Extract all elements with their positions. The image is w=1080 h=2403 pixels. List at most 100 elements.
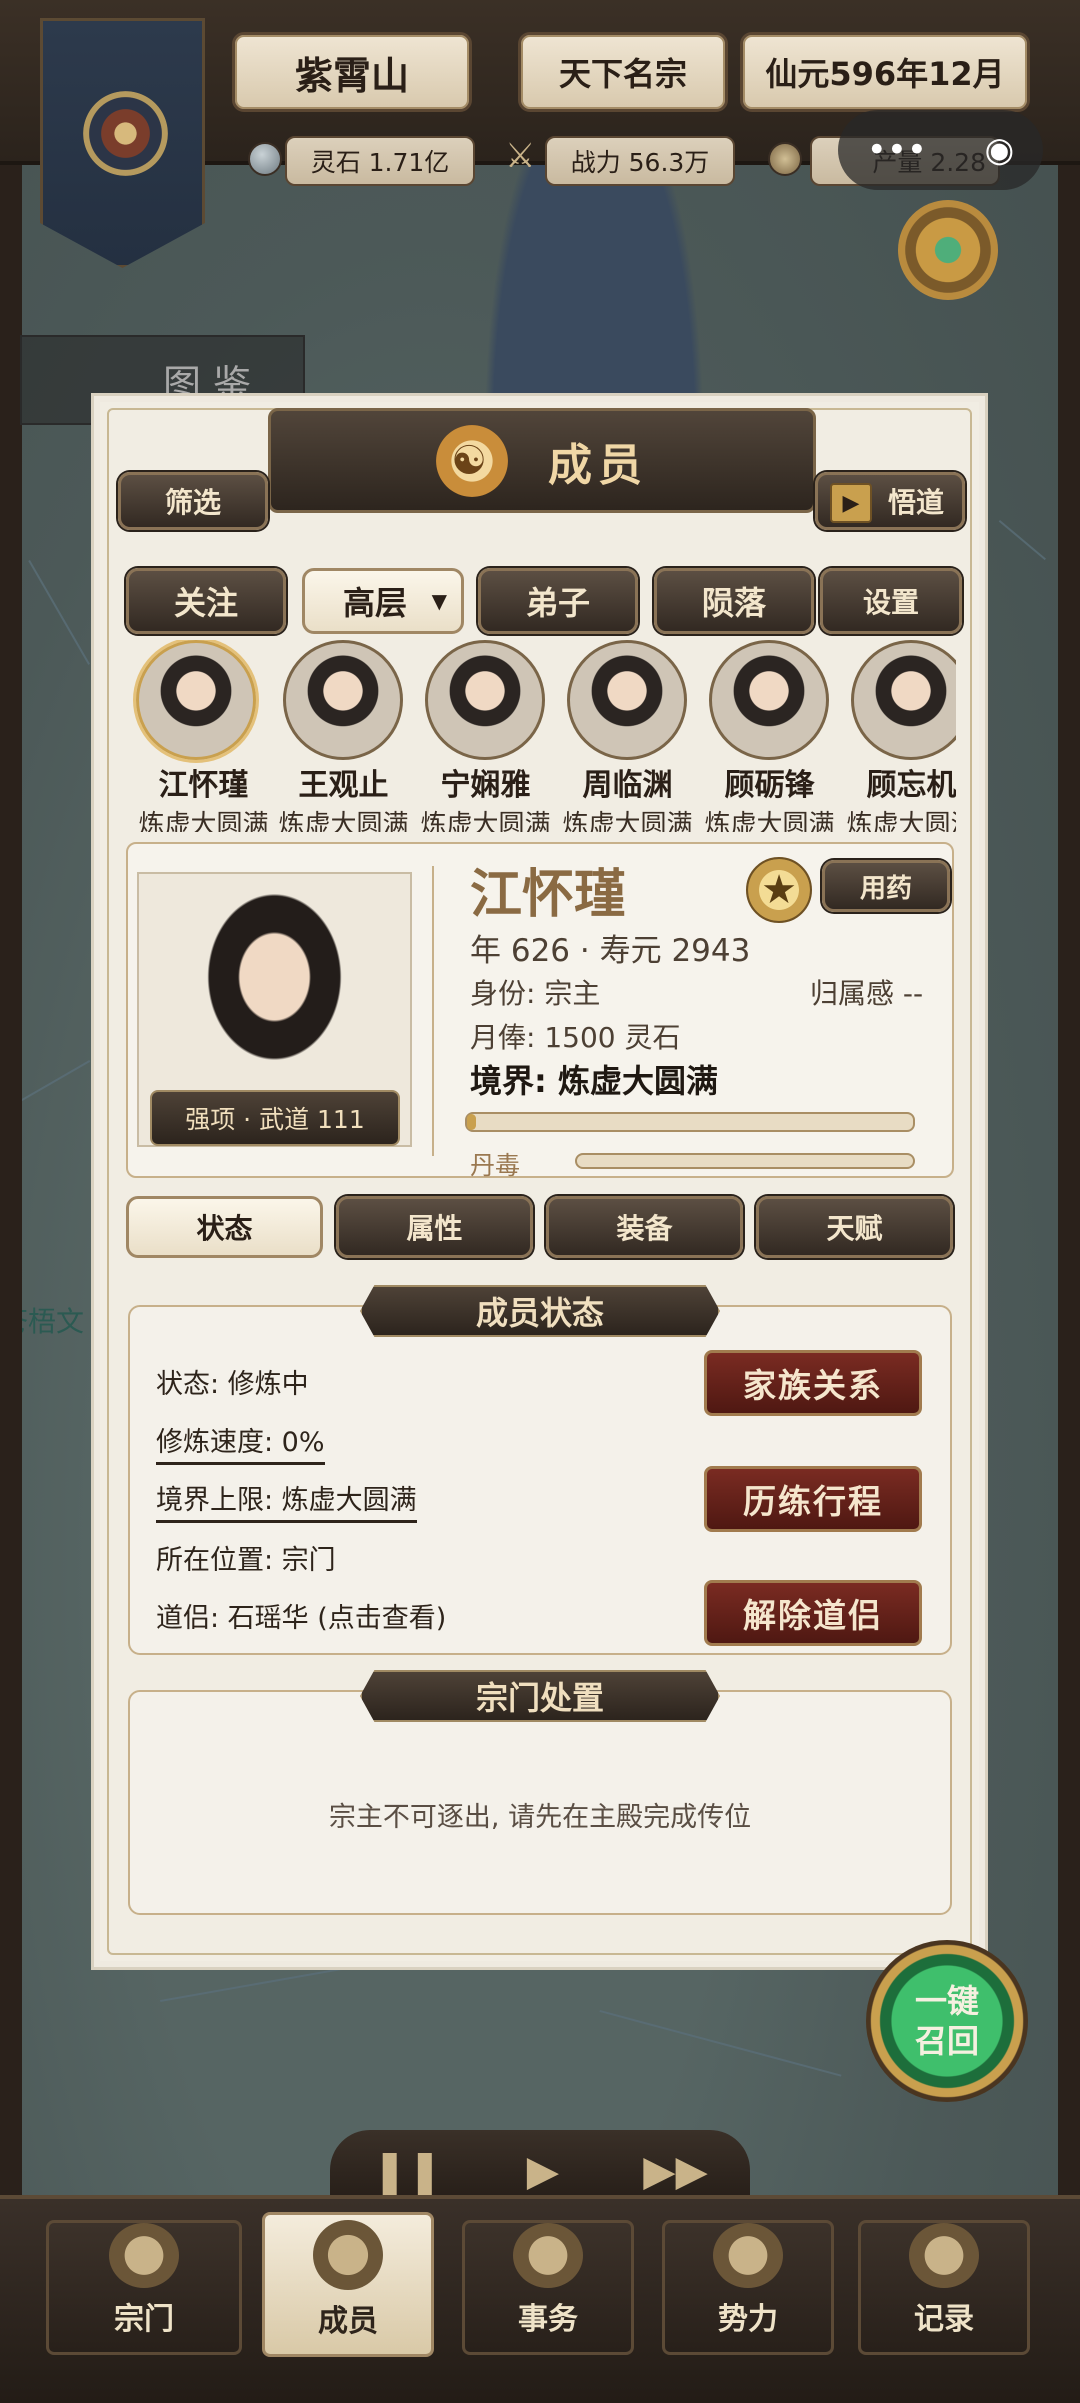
sword-icon: ⚔ bbox=[505, 136, 536, 176]
member-realm: 炼虚大圆满 bbox=[138, 810, 269, 832]
enlighten-label: 悟道 bbox=[887, 486, 944, 519]
frame-right bbox=[1058, 0, 1080, 2403]
spirit-stone-icon bbox=[248, 142, 282, 176]
fast-forward-icon[interactable]: ▶▶ bbox=[643, 2146, 708, 2195]
recall-all-button[interactable]: 一键召回 bbox=[866, 1940, 1028, 2102]
nav-affairs-label: 事务 bbox=[518, 2302, 578, 2337]
member-realm: 炼虚大圆满 bbox=[704, 810, 835, 832]
play-video-icon: ▶ bbox=[830, 483, 872, 523]
combat-power: 战力 56.3万 bbox=[545, 136, 735, 186]
member-item[interactable]: 周临渊 炼虚大圆满 bbox=[555, 640, 700, 832]
subtab-equipment[interactable]: 装备 bbox=[546, 1196, 743, 1258]
member-avatar bbox=[851, 640, 956, 760]
nav-sect-label: 宗门 bbox=[114, 2302, 174, 2337]
member-avatar bbox=[425, 640, 545, 760]
taiji-emblem-icon bbox=[83, 91, 168, 176]
cultivation-progress-bar bbox=[465, 1112, 915, 1132]
member-name: 江怀瑾 bbox=[158, 768, 249, 803]
subtab-talent[interactable]: 天赋 bbox=[756, 1196, 953, 1258]
member-item[interactable]: 宁娴雅 炼虚大圆满 bbox=[413, 640, 558, 832]
sect-banner[interactable] bbox=[40, 18, 205, 268]
member-portrait-icon: ☯ bbox=[436, 424, 508, 497]
scroll-icon bbox=[513, 2223, 583, 2288]
subtab-attributes[interactable]: 属性 bbox=[336, 1196, 533, 1258]
status-state: 状态: 修炼中 bbox=[156, 1369, 309, 1400]
sect-disposition-title: 宗门处置 bbox=[360, 1670, 720, 1722]
family-relations-button[interactable]: 家族关系 bbox=[704, 1350, 922, 1416]
nav-affairs[interactable]: 事务 bbox=[462, 2220, 634, 2355]
tab-fallen[interactable]: 陨落 bbox=[654, 568, 814, 634]
star-icon[interactable]: ★ bbox=[746, 857, 812, 923]
panel-title: 成员 bbox=[548, 439, 648, 491]
member-realm: 炼虚大圆满 bbox=[846, 810, 956, 832]
member-name: 周临渊 bbox=[582, 768, 673, 803]
enlighten-button[interactable]: ▶ 悟道 bbox=[815, 472, 965, 530]
member-detail-name: 江怀瑾 bbox=[470, 864, 627, 925]
member-icon bbox=[313, 2220, 383, 2290]
nav-members[interactable]: 成员 bbox=[262, 2212, 434, 2357]
production-icon bbox=[768, 142, 802, 176]
more-icon[interactable]: ••• bbox=[867, 130, 927, 170]
cultivation-speed[interactable]: 修炼速度: 0% bbox=[156, 1420, 325, 1465]
spirit-stone-count: 灵石 1.71亿 bbox=[285, 136, 475, 186]
member-item[interactable]: 顾忘机 炼虚大圆满 bbox=[839, 640, 956, 832]
pill-poison-label: 丹毒 bbox=[470, 1151, 521, 1180]
sect-name: 紫霄山 bbox=[232, 32, 472, 112]
nav-factions-label: 势力 bbox=[718, 2302, 778, 2337]
belonging: 归属感 -- bbox=[810, 977, 924, 1010]
member-item[interactable]: 王观止 炼虚大圆满 bbox=[271, 640, 416, 832]
recall-label: 一键召回 bbox=[914, 1982, 979, 2060]
member-item[interactable]: 江怀瑾 炼虚大圆满 bbox=[131, 640, 276, 832]
close-icon[interactable]: ◉ bbox=[985, 130, 1015, 170]
dao-partner-link[interactable]: 道侣: 石瑶华 (点击查看) bbox=[156, 1596, 446, 1635]
filter-button[interactable]: 筛选 bbox=[118, 472, 268, 530]
sect-disposition-message: 宗主不可逐出, 请先在主殿完成传位 bbox=[328, 1802, 752, 1833]
cultivation-progress-fill bbox=[467, 1114, 476, 1130]
tab-settings[interactable]: 设置 bbox=[820, 568, 962, 634]
tab-senior-label: 高层 bbox=[343, 584, 408, 622]
realm-limit[interactable]: 境界上限: 炼虚大圆满 bbox=[156, 1478, 417, 1523]
mini-program-capsule: ••• ◉ bbox=[838, 110, 1043, 190]
nav-sect[interactable]: 宗门 bbox=[46, 2220, 242, 2355]
nav-records[interactable]: 记录 bbox=[858, 2220, 1030, 2355]
member-name: 王观止 bbox=[298, 768, 389, 803]
tab-follow[interactable]: 关注 bbox=[126, 568, 286, 634]
travel-schedule-button[interactable]: 历练行程 bbox=[704, 1466, 922, 1532]
member-realm: 炼虚大圆满 bbox=[562, 810, 693, 832]
member-avatar bbox=[709, 640, 829, 760]
use-medicine-button[interactable]: 用药 bbox=[822, 860, 950, 912]
nav-members-label: 成员 bbox=[318, 2304, 378, 2339]
realm: 境界: 炼虚大圆满 bbox=[470, 1062, 718, 1100]
subtab-status[interactable]: 状态 bbox=[126, 1196, 323, 1258]
tab-disciples[interactable]: 弟子 bbox=[478, 568, 638, 634]
member-status-title: 成员状态 bbox=[360, 1285, 720, 1337]
member-name: 宁娴雅 bbox=[440, 768, 531, 803]
member-realm: 炼虚大圆满 bbox=[420, 810, 551, 832]
age-lifespan: 年 626 · 寿元 2943 bbox=[470, 933, 751, 969]
member-name: 顾砺锋 bbox=[724, 768, 815, 803]
settings-gear-icon[interactable] bbox=[898, 200, 998, 300]
member-name: 顾忘机 bbox=[866, 768, 957, 803]
pause-icon[interactable]: ❚❚ bbox=[372, 2146, 442, 2195]
game-date: 仙元596年12月 bbox=[740, 32, 1030, 112]
identity: 身份: 宗主 bbox=[470, 977, 601, 1010]
chevron-down-icon: ▼ bbox=[431, 589, 447, 613]
nav-factions[interactable]: 势力 bbox=[662, 2220, 834, 2355]
sect-gate-icon bbox=[109, 2223, 179, 2288]
book-icon bbox=[909, 2223, 979, 2288]
member-carousel[interactable]: 江怀瑾 炼虚大圆满 王观止 炼虚大圆满 宁娴雅 炼虚大圆满 周临渊 炼虚大圆满 … bbox=[126, 640, 956, 832]
member-avatar bbox=[283, 640, 403, 760]
panel-title-bar: ☯ 成员 bbox=[268, 408, 816, 513]
divider bbox=[432, 866, 434, 1156]
strength-badge: 强项 · 武道 111 bbox=[150, 1090, 400, 1146]
monthly-salary: 月俸: 1500 灵石 bbox=[470, 1021, 681, 1054]
nav-records-label: 记录 bbox=[914, 2302, 974, 2337]
member-avatar bbox=[136, 640, 256, 760]
member-item[interactable]: 顾砺锋 炼虚大圆满 bbox=[697, 640, 842, 832]
member-realm: 炼虚大圆满 bbox=[278, 810, 409, 832]
frame-left bbox=[0, 0, 22, 2403]
pill-poison-bar bbox=[575, 1153, 915, 1169]
tab-senior-dropdown[interactable]: 高层 ▼ bbox=[302, 568, 464, 634]
play-icon[interactable]: ▶ bbox=[527, 2146, 559, 2195]
dissolve-partner-button[interactable]: 解除道侣 bbox=[704, 1580, 922, 1646]
